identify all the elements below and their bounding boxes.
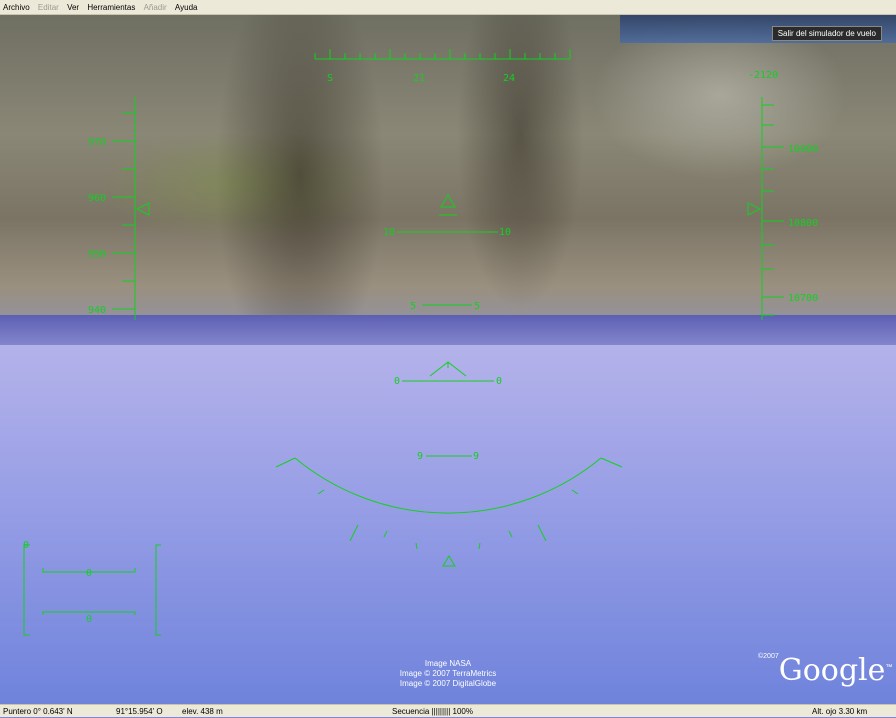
pitch-label-5-left: 5 [410, 301, 416, 312]
flight-hud: S 21 24 970 960 950 940 -2120 10900 1080… [23, 49, 818, 636]
throttle-gauge-bracket [23, 544, 30, 636]
vertical-speed-readout: -2120 [748, 70, 778, 81]
menu-anadir: Añadir [143, 3, 167, 12]
heading-ticks [314, 49, 571, 59]
status-pointer-lat: Puntero 0° 0.643' N [3, 707, 73, 716]
heading-label-24: 24 [503, 73, 515, 84]
speed-label-940: 940 [88, 305, 106, 316]
pitch-label-5-right: 5 [474, 301, 480, 312]
rudder-gauge-bracket [155, 544, 161, 636]
status-pointer-lon: 91°15.954' O [116, 707, 163, 716]
speed-label-960: 960 [88, 193, 106, 204]
heading-label-s: S [327, 73, 333, 84]
menu-archivo[interactable]: Archivo [0, 0, 33, 15]
logo-trademark: ™ [885, 664, 893, 671]
altitude-label-10900: 10900 [788, 144, 818, 155]
flight-path-marker-icon [440, 194, 456, 208]
altitude-pointer-icon [747, 202, 762, 216]
gauge-label-top-left: 0 [23, 540, 29, 551]
altitude-label-10800: 10800 [788, 218, 818, 229]
altitude-label-10700: 10700 [788, 293, 818, 304]
status-bar: Puntero 0° 0.643' N 91°15.954' O elev. 4… [0, 704, 896, 717]
status-streaming: Secuencia ||||||||| 100% [392, 707, 473, 716]
speed-label-970: 970 [88, 137, 106, 148]
menu-editar: Editar [37, 3, 59, 12]
status-elevation: elev. 438 m [182, 707, 223, 716]
logo-copyright-year: ©2007 [758, 653, 779, 660]
status-eye-altitude: Alt. ojo 3.30 km [812, 707, 868, 716]
roll-arc-ticks [275, 457, 623, 550]
roll-label-right: 9 [473, 451, 479, 462]
google-logo: ©2007Google™ [758, 653, 892, 688]
speed-label-950: 950 [88, 249, 106, 260]
menu-ver[interactable]: Ver [64, 0, 82, 15]
menu-ayuda[interactable]: Ayuda [172, 0, 201, 15]
heading-label-21: 21 [413, 73, 425, 84]
logo-text: Google [778, 653, 886, 688]
pitch-label-10-left: 10 [383, 227, 395, 238]
speed-ticks [112, 112, 135, 310]
pitch-label-0-right: 0 [496, 376, 502, 387]
gauge-label-elevator: 0 [86, 568, 92, 579]
speed-pointer-icon [135, 202, 150, 216]
pitch-label-10-right: 10 [499, 227, 511, 238]
roll-pointer-icon [442, 555, 456, 567]
3d-viewport[interactable]: Salir del simulador de vuelo S 21 24 970… [0, 15, 896, 704]
pitch-label-0-left: 0 [394, 376, 400, 387]
roll-label-left: 9 [417, 451, 423, 462]
aircraft-symbol-icon [429, 361, 467, 377]
gauge-label-aileron: 0 [86, 614, 92, 625]
altitude-ticks [762, 104, 784, 316]
menu-bar: Archivo Editar Ver Herramientas Añadir A… [0, 0, 896, 15]
roll-arc [294, 457, 602, 514]
menu-herramientas[interactable]: Herramientas [84, 0, 138, 15]
